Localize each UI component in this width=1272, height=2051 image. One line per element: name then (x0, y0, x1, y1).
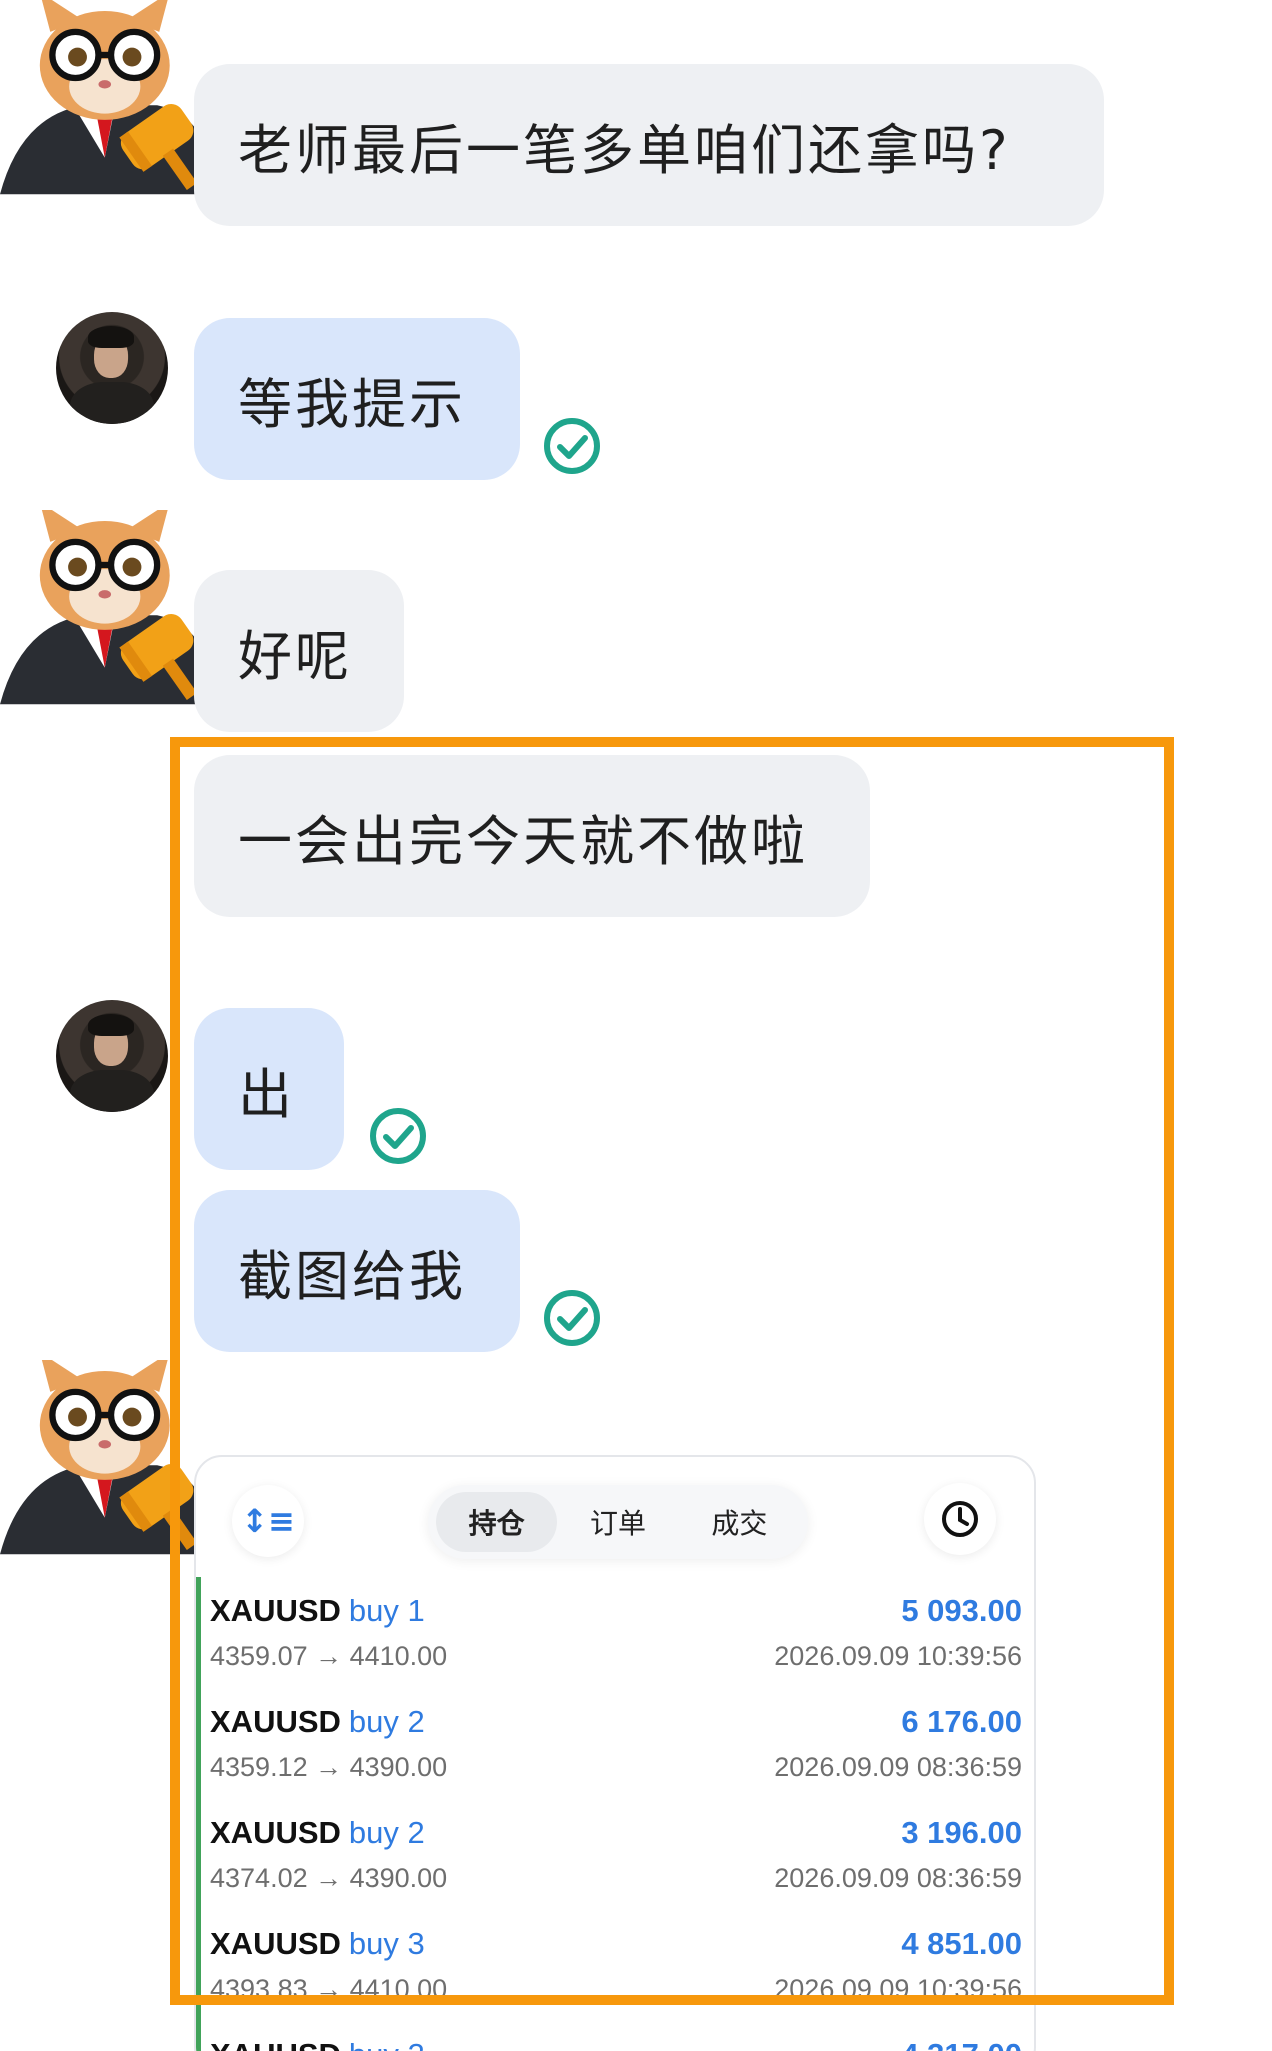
message-text: 等我提示 (238, 372, 466, 436)
position-profit: 4 317.00 (901, 2037, 1022, 2051)
message-bubble[interactable]: 等我提示 (194, 318, 520, 480)
message-text: 老师最后一笔多单咱们还拿吗? (238, 118, 1011, 182)
message-bubble[interactable]: 好呢 (194, 570, 404, 732)
user-avatar-icon[interactable] (56, 312, 168, 424)
position-row[interactable]: XAUUSDbuy 2 4 317.00 (196, 2021, 1034, 2051)
cat-judge-avatar-icon[interactable] (0, 510, 220, 710)
cat-judge-avatar-icon[interactable] (0, 0, 220, 200)
message-text: 好呢 (238, 624, 352, 688)
highlight-frame (170, 737, 1174, 2005)
position-symbol: XAUUSDbuy 2 (210, 2037, 425, 2051)
user-avatar-icon[interactable] (56, 1000, 168, 1112)
message-bubble[interactable]: 老师最后一笔多单咱们还拿吗? (194, 64, 1104, 226)
position-side: buy 2 (349, 2037, 425, 2051)
read-check-icon (542, 416, 602, 476)
